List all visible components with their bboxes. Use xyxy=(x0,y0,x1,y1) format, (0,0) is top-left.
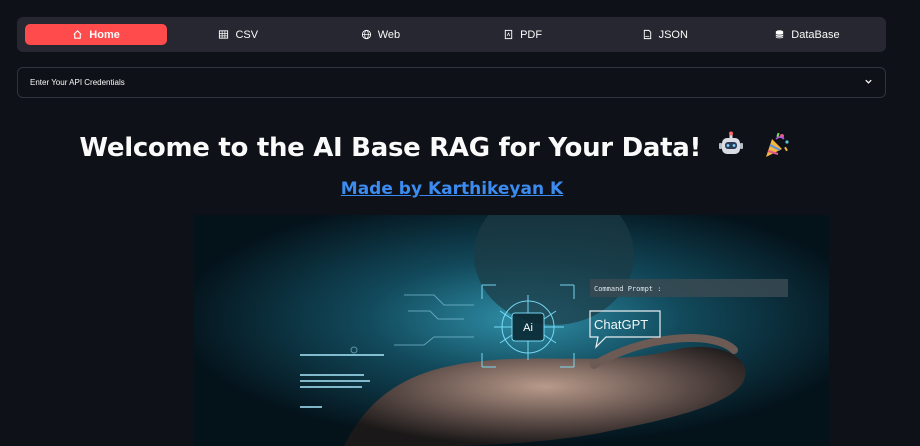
ai-chip-text: Ai xyxy=(523,322,533,334)
nav-web[interactable]: Web xyxy=(309,24,451,45)
chatgpt-text: ChatGPT xyxy=(594,317,648,332)
party-popper-icon xyxy=(761,130,791,167)
pdf-file-icon xyxy=(503,29,514,40)
nav-json-label: JSON xyxy=(658,28,688,41)
hero-image: Ai Command Prompt : ChatGPT xyxy=(194,215,829,446)
command-prompt-text: Command Prompt : xyxy=(594,285,661,293)
globe-icon xyxy=(361,29,372,40)
nav-home-label: Home xyxy=(89,28,120,41)
page-title-text: Welcome to the AI Base RAG for Your Data… xyxy=(79,133,702,163)
page-title: Welcome to the AI Base RAG for Your Data… xyxy=(0,130,870,167)
table-icon xyxy=(218,29,229,40)
nav-database-label: DataBase xyxy=(791,28,840,41)
chevron-down-icon xyxy=(864,77,873,88)
nav-json[interactable]: JSON xyxy=(594,24,736,45)
file-icon xyxy=(642,29,653,40)
nav-pdf[interactable]: PDF xyxy=(452,24,594,45)
nav-csv-label: CSV xyxy=(235,28,259,41)
nav-pdf-label: PDF xyxy=(520,28,543,41)
nav-csv[interactable]: CSV xyxy=(167,24,309,45)
api-credentials-expander[interactable]: Enter Your API Credentials xyxy=(17,67,886,98)
expander-label: Enter Your API Credentials xyxy=(30,78,125,87)
database-icon xyxy=(774,29,785,40)
nav-database[interactable]: DataBase xyxy=(736,24,878,45)
robot-icon xyxy=(716,130,746,167)
author-link[interactable]: Made by Karthikeyan K xyxy=(0,179,904,199)
nav-web-label: Web xyxy=(377,28,401,41)
home-icon xyxy=(72,29,83,40)
nav-home[interactable]: Home xyxy=(25,24,168,45)
top-nav-bar: Home CSV Web PDF JSON DataBase xyxy=(17,17,886,52)
